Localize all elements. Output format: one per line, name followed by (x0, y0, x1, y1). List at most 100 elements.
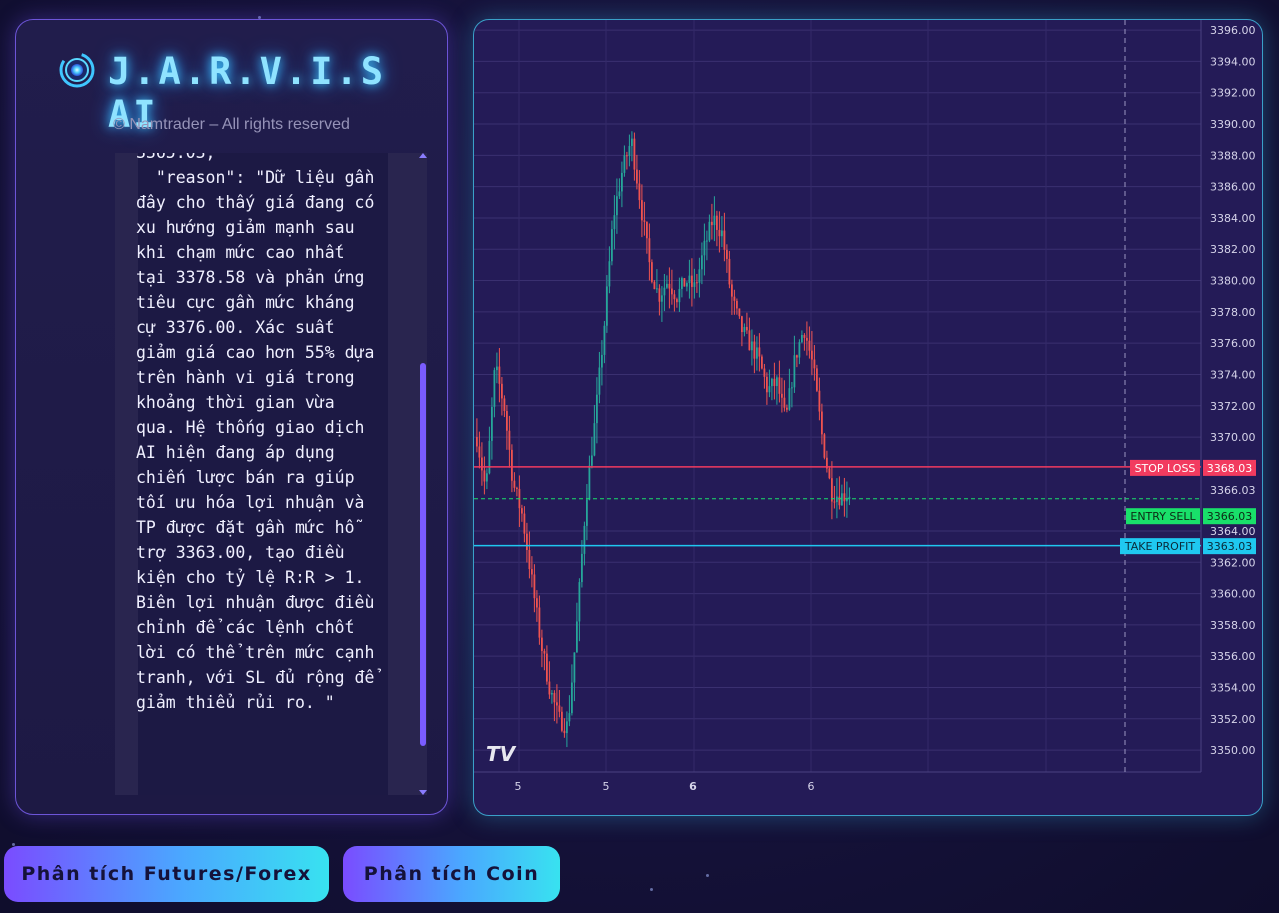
candle-body (726, 249, 728, 259)
analysis-output[interactable]: 3365.03, "reason": "Dữ liệu gần đây cho … (115, 153, 427, 795)
stop-loss-price-tag: 3368.03 (1207, 462, 1253, 475)
candle-body (783, 397, 786, 408)
candle-body (743, 326, 746, 333)
candle-body (791, 387, 793, 389)
candle-body (591, 455, 593, 466)
candle-body (536, 598, 538, 608)
candle-body (596, 394, 598, 424)
price-tick-label: 3354.00 (1210, 681, 1256, 694)
candle-body (751, 341, 753, 351)
candle-body (481, 457, 483, 471)
analysis-panel: J.A.R.V.I.S AI © Namtrader – All rights … (15, 19, 448, 815)
candle-body (611, 229, 613, 262)
candle-body (496, 366, 498, 371)
candle-body (803, 335, 806, 338)
candle-body (628, 146, 631, 157)
candle-body (563, 730, 566, 734)
candle-body (706, 240, 708, 242)
candle-body (781, 393, 783, 398)
candle-body (671, 288, 673, 295)
jarvis-logo-icon (59, 52, 95, 88)
candlestick-chart[interactable]: TV 3396.00 3394.00 3392.00 3390.00 3388.00 33… (474, 20, 1263, 816)
candle-body (558, 705, 561, 712)
candle-body (498, 366, 501, 384)
candle-body (796, 355, 798, 358)
candle-body (633, 138, 636, 170)
candle-body (711, 221, 713, 226)
candle-body (656, 288, 658, 290)
candle-body (746, 326, 748, 331)
candle-body (833, 501, 836, 503)
candle-body (593, 423, 596, 456)
candle-body (828, 468, 831, 479)
candle-body (538, 607, 541, 638)
candle-body (786, 407, 788, 410)
price-chart-panel[interactable]: TV 3396.00 3394.00 3392.00 3390.00 3388.00 33… (473, 19, 1263, 816)
analyze-coin-button[interactable]: Phân tích Coin (343, 846, 560, 902)
candle-body (586, 499, 588, 526)
candle-body (571, 682, 573, 714)
candle-body (573, 652, 576, 683)
candle-body (661, 295, 663, 302)
scrollbar-thumb[interactable] (420, 363, 426, 746)
candle-body (648, 238, 651, 263)
candle-body (686, 283, 688, 287)
candle-body (718, 229, 721, 237)
price-tick-label: 3352.00 (1210, 713, 1256, 726)
candle-body (843, 493, 846, 502)
candle-body (831, 478, 833, 502)
candle-body (733, 296, 736, 301)
candle-body (598, 367, 601, 395)
candle-body (503, 398, 506, 412)
candle-body (696, 282, 698, 284)
candle-body (643, 220, 646, 222)
candle-body (616, 196, 618, 216)
price-tick-label: 3356.00 (1210, 650, 1256, 663)
candle-body (716, 215, 718, 230)
analyze-futures-forex-button[interactable]: Phân tích Futures/Forex (4, 846, 329, 902)
candle-body (541, 637, 543, 651)
price-tick-label: 3362.00 (1210, 556, 1256, 569)
candle-body (578, 582, 581, 622)
candle-body (658, 288, 661, 302)
candle-body (626, 155, 628, 157)
candle-body (766, 376, 768, 393)
scroll-down-arrow-icon[interactable] (419, 790, 427, 795)
take-profit-price-tag: 3363.03 (1207, 540, 1253, 553)
scroll-up-arrow-icon[interactable] (419, 153, 427, 158)
candle-body (491, 406, 493, 441)
candle-body (816, 368, 818, 391)
price-tick-label: 3392.00 (1210, 87, 1256, 100)
candle-body (691, 275, 693, 287)
tradingview-logo-icon: TV (486, 742, 517, 766)
candle-body (683, 278, 686, 287)
entry-sell-tag: ENTRY SELL (1130, 510, 1196, 523)
candle-body (508, 430, 511, 450)
candle-body (678, 288, 681, 303)
candle-body (483, 470, 486, 482)
candle-body (756, 347, 758, 359)
candle-body (583, 525, 586, 554)
candle-body (808, 340, 811, 351)
candle-body (721, 230, 723, 237)
candle-body (703, 240, 706, 256)
candle-body (511, 449, 513, 481)
candle-body (548, 681, 551, 695)
candle-body (553, 692, 556, 703)
candle-body (613, 215, 616, 230)
candle-body (556, 702, 558, 706)
candle-body (568, 713, 571, 722)
candle-body (821, 411, 823, 435)
candle-body (551, 692, 553, 695)
candle-body (581, 553, 583, 583)
candle-body (646, 221, 648, 239)
candle-body (693, 282, 696, 287)
price-tick-label: 3388.00 (1210, 149, 1256, 162)
analysis-result-text: 3365.03, "reason": "Dữ liệu gần đây cho … (136, 153, 375, 712)
star (650, 888, 653, 891)
candle-body (618, 191, 621, 197)
candle-body (631, 138, 633, 147)
output-scrollbar[interactable] (419, 153, 427, 795)
candle-body (793, 355, 796, 388)
copyright-text: © Namtrader – All rights reserved (113, 116, 350, 133)
